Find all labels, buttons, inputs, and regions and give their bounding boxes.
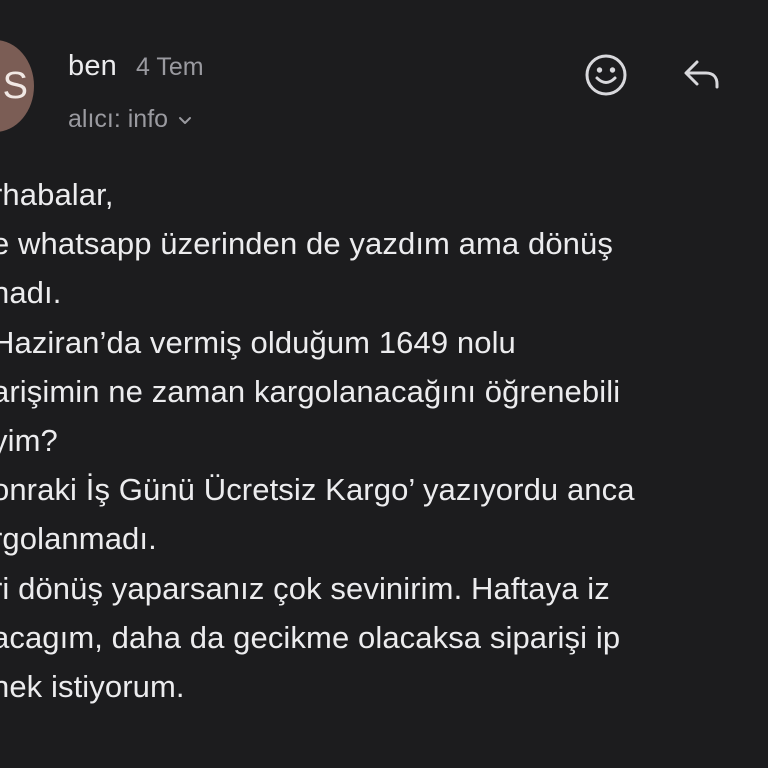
chevron-down-icon (178, 104, 192, 133)
message-line: onraki İş Günü Ücretsiz Kargo’ yazıyordu… (0, 472, 635, 508)
recipient-label: alıcı: info (68, 104, 169, 133)
sender-avatar[interactable]: S (0, 40, 34, 132)
sender-name[interactable]: ben (68, 50, 117, 83)
message-line: yim? (0, 422, 58, 458)
recipient-details-toggle[interactable]: alıcı: info (68, 102, 192, 136)
reply-button[interactable] (679, 53, 723, 97)
smiley-icon (585, 54, 627, 96)
sender-line: ben 4 Tem (68, 50, 204, 90)
message-line: e whatsapp üzerinden de yazdım ama dönüş (0, 226, 613, 262)
message-body: rhabalar, e whatsapp üzerinden de yazdım… (0, 170, 768, 711)
message-line: rgolanmadı. (0, 521, 157, 557)
message-line: nadı. (0, 275, 62, 311)
email-message-screen: S ben 4 Tem alıcı: info rhabalar, e what… (0, 0, 768, 768)
add-reaction-button[interactable] (584, 53, 628, 97)
message-line: ri dönüş yaparsanız çok sevinirim. Hafta… (0, 570, 610, 606)
message-line: arişimin ne zaman kargolanacağını öğrene… (0, 373, 621, 409)
message-date: 4 Tem (136, 53, 204, 81)
message-line: rhabalar, (0, 177, 114, 212)
message-line: nek istiyorum. (0, 668, 185, 704)
reply-arrow-icon (684, 60, 719, 89)
message-line: Haziran’da vermiş olduğum 1649 nolu (0, 324, 516, 360)
message-line: acagım, daha da gecikme olacaksa sipariş… (0, 619, 621, 655)
